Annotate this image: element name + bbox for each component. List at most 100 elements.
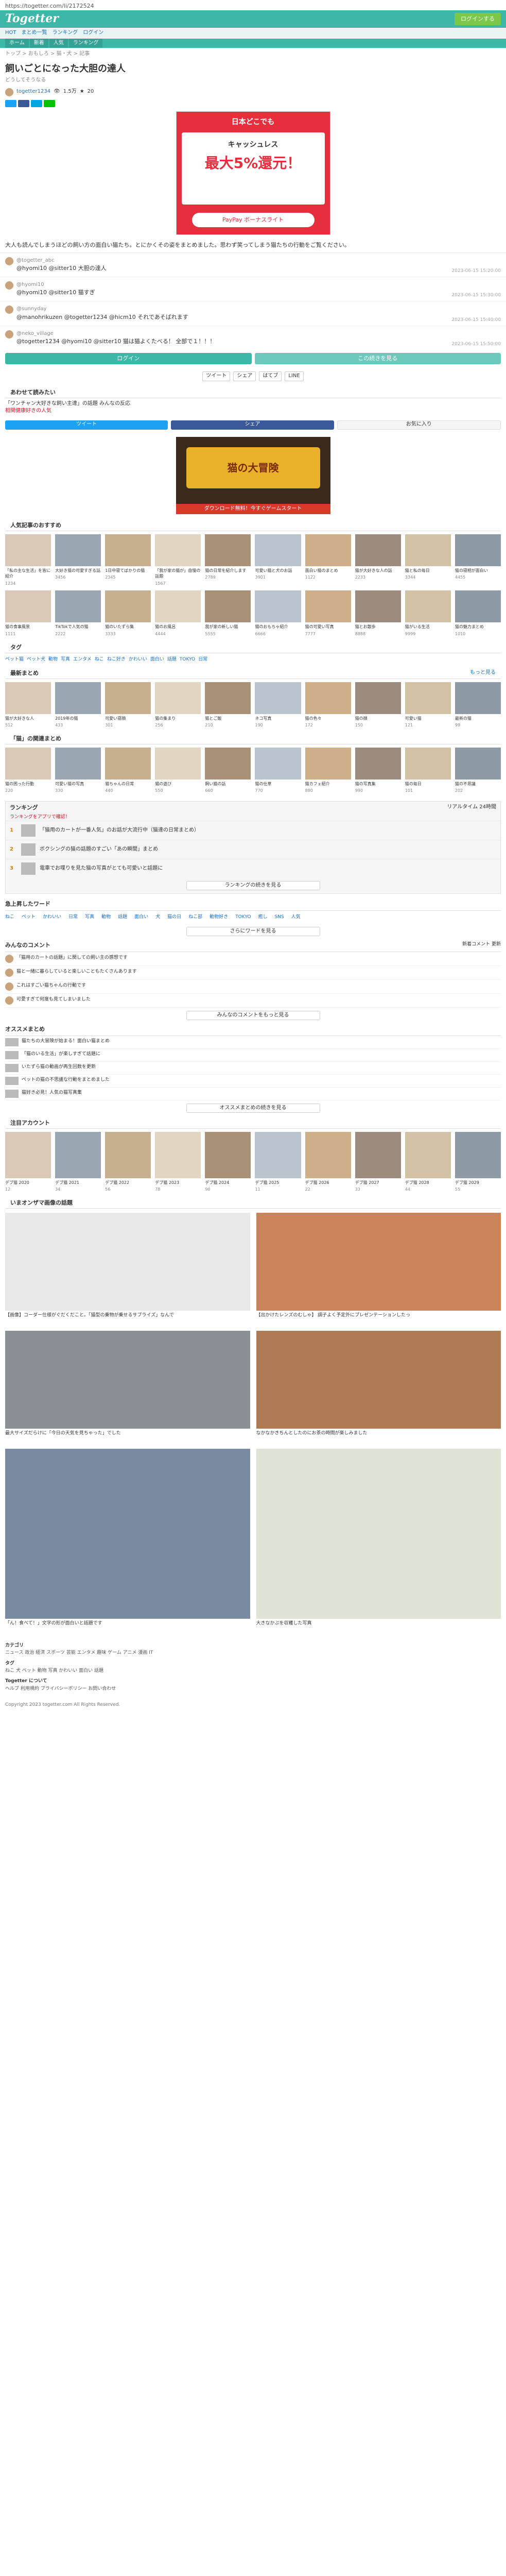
- article-title[interactable]: 猫とお散歩: [355, 624, 401, 630]
- share-line-button[interactable]: LINE: [285, 371, 304, 381]
- article-thumbnail[interactable]: [205, 747, 251, 779]
- article-thumbnail[interactable]: [255, 1131, 301, 1178]
- article-title[interactable]: 猫の食事風景: [5, 624, 51, 630]
- article-title[interactable]: デブ猫 2024: [205, 1180, 251, 1186]
- article-title[interactable]: 猫カフェ紹介: [305, 781, 351, 787]
- article-card[interactable]: 猫とご飯 210: [205, 682, 251, 728]
- ranking-thumbnail[interactable]: [21, 862, 36, 875]
- article-card[interactable]: 猫の遊び 550: [155, 747, 201, 794]
- article-thumbnail[interactable]: [205, 682, 251, 714]
- article-card[interactable]: 猫ちゃんの日常 440: [105, 747, 151, 794]
- recommend-title[interactable]: 猫好き必見！人気の猫写真集: [22, 1090, 82, 1098]
- article-card[interactable]: 可愛い猫の写真 330: [55, 747, 101, 794]
- gnav-item[interactable]: 人気: [49, 38, 68, 48]
- article-title[interactable]: 猫が大好きな人: [5, 716, 51, 722]
- article-card[interactable]: 面白い猫のまとめ 1122: [305, 534, 351, 587]
- photo-card[interactable]: 「ん！食べて！」文字の形が面白いと話題です: [5, 1448, 250, 1633]
- tweet-avatar[interactable]: [5, 257, 13, 265]
- comment-avatar[interactable]: [5, 996, 13, 1005]
- article-card[interactable]: 猫と私の毎日 3344: [405, 534, 451, 587]
- tag-link[interactable]: エンタメ: [73, 656, 92, 663]
- article-card[interactable]: ネコ写真 190: [255, 682, 301, 728]
- article-card[interactable]: デブ猫 2020 12: [5, 1131, 51, 1193]
- article-card[interactable]: デブ猫 2023 78: [155, 1131, 201, 1193]
- article-title[interactable]: 猫のおもちゃ紹介: [255, 624, 301, 630]
- article-card[interactable]: 猫の色々 172: [305, 682, 351, 728]
- article-card[interactable]: TikTokで人気の猫 2222: [55, 590, 101, 637]
- breadcrumb[interactable]: トップ > おもしろ > 猫・犬 > 記事: [0, 48, 506, 61]
- tag-link[interactable]: ねこ: [95, 656, 104, 663]
- article-card[interactable]: 猫カフェ紹介 880: [305, 747, 351, 794]
- footer-links[interactable]: ヘルプ 利用規約 プライバシーポリシー お問い合わせ: [5, 1685, 501, 1692]
- comments-tabs[interactable]: 新着コメント 更新: [462, 941, 501, 950]
- article-thumbnail[interactable]: [305, 682, 351, 714]
- ranking-item[interactable]: 2 ボクシングの猫の話題のすごい「あの瞬間」まとめ: [6, 839, 500, 859]
- article-thumbnail[interactable]: [105, 747, 151, 779]
- comment-item[interactable]: 「猫用のカートの話題」に関しての飼い主の感想です: [5, 952, 501, 966]
- recommend-thumbnail[interactable]: [5, 1063, 19, 1072]
- article-thumbnail[interactable]: [255, 590, 301, 623]
- section2-more-link[interactable]: もっと見る: [470, 669, 496, 677]
- gnav-item[interactable]: ホーム: [5, 38, 29, 48]
- article-card[interactable]: 「私の主な生活」を皆に紹介 1234: [5, 534, 51, 587]
- article-thumbnail[interactable]: [55, 747, 101, 779]
- line-share-button[interactable]: [44, 99, 55, 107]
- article-title[interactable]: 可愛い猫と犬のお話: [255, 568, 301, 574]
- article-card[interactable]: 猫がいる生活 9999: [405, 590, 451, 637]
- article-card[interactable]: 飼い猫の話 660: [205, 747, 251, 794]
- article-thumbnail[interactable]: [155, 534, 201, 566]
- ranking-thumbnail[interactable]: [21, 843, 36, 856]
- article-thumbnail[interactable]: [305, 590, 351, 623]
- comment-item[interactable]: 猫と一緒に暮らしていると楽しいこともたくさんあります: [5, 966, 501, 980]
- article-thumbnail[interactable]: [355, 1131, 401, 1178]
- article-card[interactable]: 猫の不思議 202: [455, 747, 501, 794]
- article-card[interactable]: 可愛い寝顔 301: [105, 682, 151, 728]
- article-thumbnail[interactable]: [155, 590, 201, 623]
- article-thumbnail[interactable]: [155, 682, 201, 714]
- article-card[interactable]: 猫が大好きな人 512: [5, 682, 51, 728]
- article-title[interactable]: 飼い猫の話: [205, 781, 251, 787]
- photo-card[interactable]: 【出かけたレンズのむしゃ】 調子よく予定外にプレゼンテーションしたっ: [256, 1212, 501, 1325]
- article-title[interactable]: 猫の寝相が面白い: [455, 568, 501, 574]
- photo-caption[interactable]: 大きなかぶを収穫した写真: [256, 1620, 501, 1633]
- keyword-link[interactable]: かわいい: [43, 914, 61, 921]
- article-title[interactable]: 面白い猫のまとめ: [305, 568, 351, 574]
- login-prompt-button[interactable]: ログイン: [5, 353, 252, 365]
- recommend-more-button[interactable]: オススメまとめの続きを見る: [186, 1103, 320, 1113]
- ranking-thumbnail[interactable]: [21, 824, 36, 837]
- footer-links[interactable]: ねこ 犬 ペット 動物 写真 かわいい 面白い 話題: [5, 1667, 501, 1674]
- photo-caption[interactable]: なかなかきちんとしたのにお茶の時間が楽しみました: [256, 1430, 501, 1443]
- photo-card[interactable]: 最大サイズだらけに「今日の天気を見ちゃった」でした: [5, 1330, 250, 1443]
- related-line[interactable]: 「ワンチャン大好きな飼い主達」の話題 みんなの反応: [5, 400, 501, 408]
- article-title[interactable]: デブ猫 2021: [55, 1180, 101, 1186]
- ranking-more-button[interactable]: ランキングの続きを見る: [186, 880, 320, 890]
- comment-avatar[interactable]: [5, 968, 13, 977]
- article-card[interactable]: 猫の日常を紹介します 2789: [205, 534, 251, 587]
- article-card[interactable]: デブ猫 2022 56: [105, 1131, 151, 1193]
- tweet-time[interactable]: 2023-06-15 15:30:00: [451, 292, 501, 299]
- recommend-item[interactable]: 猫たちの大冒険が始まる！面白い猫まとめ: [5, 1036, 501, 1049]
- article-title[interactable]: 最新の猫: [455, 716, 501, 722]
- article-thumbnail[interactable]: [155, 747, 201, 779]
- article-title[interactable]: 可愛い猫の写真: [55, 781, 101, 787]
- article-title[interactable]: デブ猫 2020: [5, 1180, 51, 1186]
- article-title[interactable]: デブ猫 2027: [355, 1180, 401, 1186]
- article-card[interactable]: 1日中寝てばかりの猫 2345: [105, 534, 151, 587]
- facebook-button[interactable]: シェア: [171, 420, 334, 430]
- article-thumbnail[interactable]: [5, 747, 51, 779]
- keyword-link[interactable]: 動物: [101, 914, 111, 921]
- tag-link[interactable]: かわいい: [129, 656, 147, 663]
- article-thumbnail[interactable]: [205, 534, 251, 566]
- photo-caption[interactable]: 最大サイズだらけに「今日の天気を見ちゃった」でした: [5, 1430, 250, 1443]
- tweet-user[interactable]: @hyomi10: [16, 281, 95, 289]
- article-card[interactable]: 最新の猫 99: [455, 682, 501, 728]
- subnav-item[interactable]: HOT: [5, 29, 16, 37]
- article-thumbnail[interactable]: [55, 682, 101, 714]
- comment-avatar[interactable]: [5, 982, 13, 991]
- article-thumbnail[interactable]: [255, 682, 301, 714]
- keyword-link[interactable]: TOKYO: [235, 914, 251, 921]
- article-card[interactable]: 我が家の新しい猫 5555: [205, 590, 251, 637]
- keyword-link[interactable]: ねこ部: [188, 914, 202, 921]
- article-card[interactable]: 猫のおもちゃ紹介 6666: [255, 590, 301, 637]
- article-thumbnail[interactable]: [355, 534, 401, 566]
